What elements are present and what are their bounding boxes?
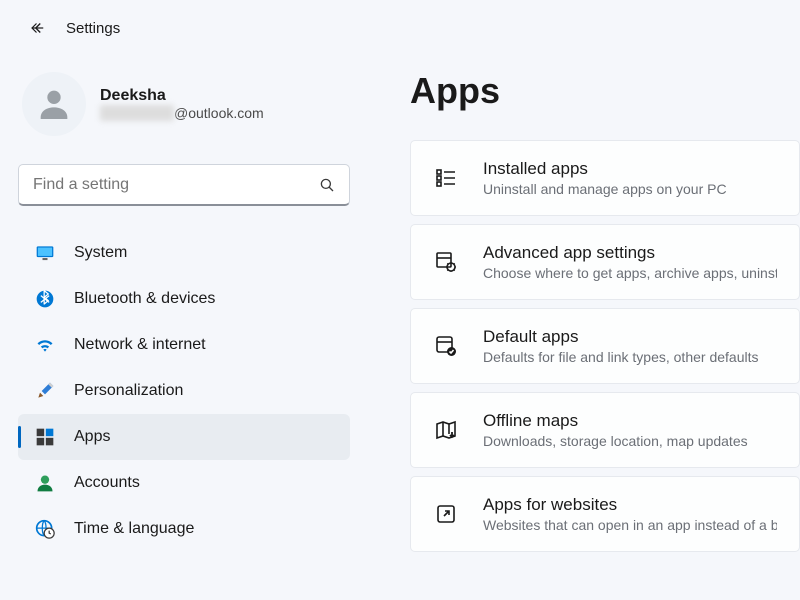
content-area: Apps Installed apps Uninstall and manage…	[368, 46, 800, 598]
profile-name: Deeksha	[100, 87, 264, 105]
search-box	[18, 164, 350, 206]
card-subtitle: Websites that can open in an app instead…	[483, 517, 777, 533]
app-gear-icon	[433, 249, 459, 275]
card-subtitle: Defaults for file and link types, other …	[483, 349, 758, 365]
sidebar-item-label: Personalization	[74, 382, 183, 400]
map-download-icon	[433, 417, 459, 443]
card-installed-apps[interactable]: Installed apps Uninstall and manage apps…	[410, 140, 800, 216]
sidebar-item-label: Bluetooth & devices	[74, 290, 215, 308]
card-subtitle: Uninstall and manage apps on your PC	[483, 181, 727, 197]
card-title: Advanced app settings	[483, 243, 777, 263]
wifi-icon	[34, 334, 56, 356]
globe-clock-icon	[34, 518, 56, 540]
card-apps-for-websites[interactable]: Apps for websites Websites that can open…	[410, 476, 800, 552]
sidebar-item-apps[interactable]: Apps	[18, 414, 350, 460]
sidebar-item-system[interactable]: System	[18, 230, 350, 276]
apps-icon	[34, 426, 56, 448]
back-button[interactable]	[28, 18, 48, 38]
sidebar-item-label: Time & language	[74, 520, 194, 538]
card-title: Default apps	[483, 327, 758, 347]
sidebar-item-label: System	[74, 244, 127, 262]
card-title: Apps for websites	[483, 495, 777, 515]
monitor-icon	[34, 242, 56, 264]
open-external-icon	[433, 501, 459, 527]
user-icon	[34, 84, 74, 124]
sidebar-item-label: Network & internet	[74, 336, 206, 354]
paintbrush-icon	[34, 380, 56, 402]
settings-cards: Installed apps Uninstall and manage apps…	[410, 140, 800, 552]
card-subtitle: Choose where to get apps, archive apps, …	[483, 265, 777, 281]
card-subtitle: Downloads, storage location, map updates	[483, 433, 748, 449]
sidebar-item-time-language[interactable]: Time & language	[18, 506, 350, 552]
sidebar-item-accounts[interactable]: Accounts	[18, 460, 350, 506]
sidebar-item-label: Accounts	[74, 474, 140, 492]
sidebar-item-personalization[interactable]: Personalization	[18, 368, 350, 414]
sidebar-item-label: Apps	[74, 428, 110, 446]
card-title: Offline maps	[483, 411, 748, 431]
sidebar-item-bluetooth[interactable]: Bluetooth & devices	[18, 276, 350, 322]
window-title: Settings	[66, 20, 120, 37]
page-title: Apps	[410, 70, 800, 112]
card-advanced-app-settings[interactable]: Advanced app settings Choose where to ge…	[410, 224, 800, 300]
sidebar: Deeksha xxxxxxxxxx@outlook.com System	[0, 46, 368, 598]
avatar	[22, 72, 86, 136]
profile-email: xxxxxxxxxx@outlook.com	[100, 105, 264, 121]
bluetooth-icon	[34, 288, 56, 310]
card-default-apps[interactable]: Default apps Defaults for file and link …	[410, 308, 800, 384]
sidebar-nav: System Bluetooth & devices Network & int…	[18, 230, 350, 552]
card-offline-maps[interactable]: Offline maps Downloads, storage location…	[410, 392, 800, 468]
list-icon	[433, 165, 459, 191]
account-icon	[34, 472, 56, 494]
search-input[interactable]	[18, 164, 350, 206]
card-title: Installed apps	[483, 159, 727, 179]
app-check-icon	[433, 333, 459, 359]
profile-block[interactable]: Deeksha xxxxxxxxxx@outlook.com	[18, 64, 350, 150]
sidebar-item-network[interactable]: Network & internet	[18, 322, 350, 368]
